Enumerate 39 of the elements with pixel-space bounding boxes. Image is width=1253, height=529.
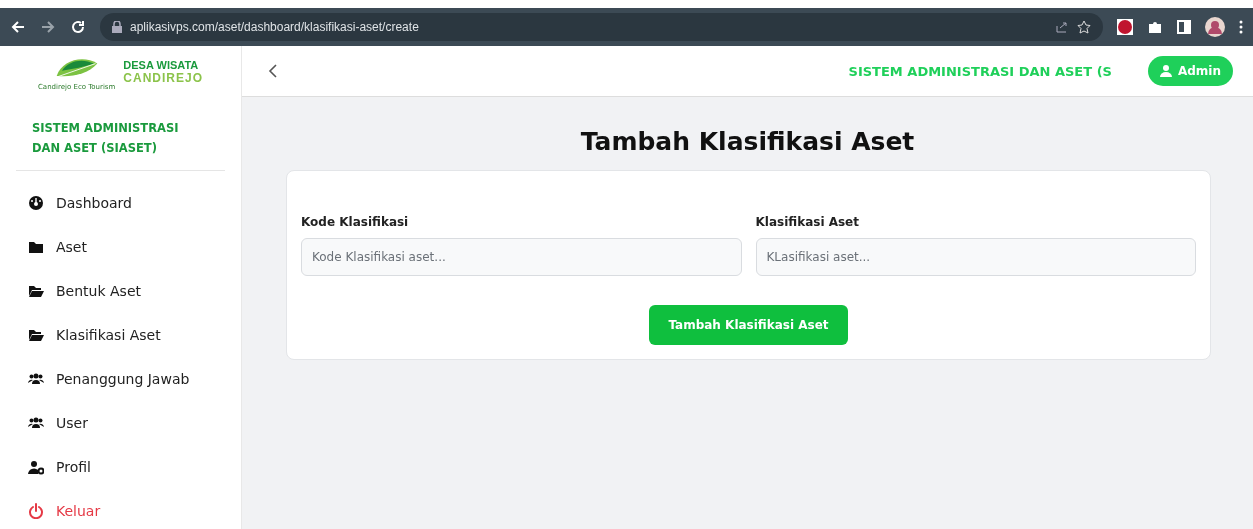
folder-icon: [28, 239, 44, 255]
users-icon: [28, 371, 44, 387]
star-icon[interactable]: [1077, 20, 1091, 34]
page-title: Tambah Klasifikasi Aset: [579, 127, 916, 156]
sidebar-item[interactable]: Klasifikasi Aset: [18, 313, 223, 357]
sidebar-item[interactable]: Profil: [18, 445, 223, 489]
header-title: SISTEM ADMINISTRASI DAN ASET (S: [848, 63, 1112, 79]
users-icon: [28, 415, 44, 431]
field-label: Kode Klasifikasi: [301, 215, 410, 229]
field-label: Klasifikasi Aset: [755, 215, 860, 229]
folder-open-icon: [28, 283, 44, 299]
forward-icon[interactable]: [40, 19, 56, 35]
extension-icon[interactable]: [1117, 19, 1133, 35]
collapse-icon[interactable]: [268, 63, 278, 79]
share-icon[interactable]: [1055, 20, 1069, 34]
dashboard-icon: [28, 195, 44, 211]
avatar-icon[interactable]: [1205, 17, 1225, 37]
app-title: SISTEM ADMINISTRASI DAN ASET (SIASET): [16, 98, 225, 171]
sidebar-item[interactable]: User: [18, 401, 223, 445]
back-icon[interactable]: [10, 19, 26, 35]
logo-subtitle: CANDIREJO: [123, 71, 203, 85]
sidebar-item[interactable]: Bentuk Aset: [18, 269, 223, 313]
sidebar-item[interactable]: Aset: [18, 225, 223, 269]
sidebar-item[interactable]: Keluar: [18, 489, 223, 529]
address-bar[interactable]: aplikasivps.com/aset/dashboard/klasifikasi-aset/create: [100, 13, 1103, 41]
logo-title: DESA WISATA: [123, 59, 200, 71]
url-text: aplikasivps.com/aset/dashboard/klasifikasi-aset/create: [130, 20, 419, 34]
menu-icon[interactable]: [1239, 20, 1243, 34]
sidebar-item[interactable]: Penanggung Jawab: [18, 357, 223, 401]
folder-open-icon: [28, 327, 44, 343]
user-icon: [1159, 65, 1172, 77]
lock-icon: [112, 21, 122, 33]
sidebar-item[interactable]: Dashboard: [18, 181, 223, 225]
logout-icon: [28, 503, 44, 519]
input-field[interactable]: KLasifikasi aset...: [755, 238, 1196, 276]
user-cog-icon: [28, 459, 44, 475]
reload-icon[interactable]: [70, 19, 86, 35]
input-field[interactable]: Kode Klasifikasi aset...: [301, 238, 742, 276]
side-panel-icon[interactable]: [1177, 20, 1191, 34]
